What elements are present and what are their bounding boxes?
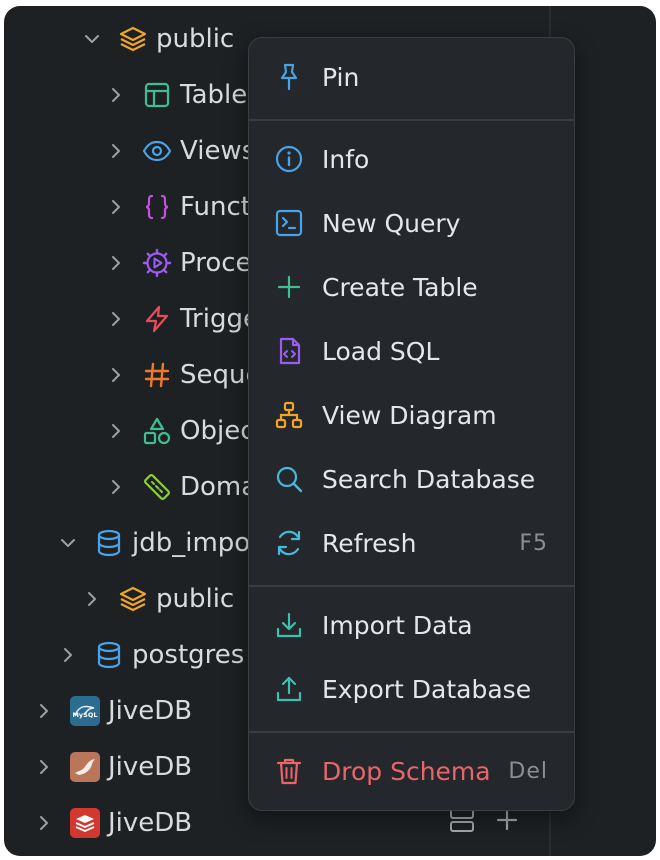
lightning-icon [142,304,172,334]
chevron-right-icon[interactable] [104,307,128,331]
tree-item-triggers[interactable]: Trigge [104,295,259,343]
chevron-right-icon[interactable] [104,475,128,499]
trash-icon [273,755,305,787]
tree-item-database-jdb-import[interactable]: jdb_impo [56,519,250,567]
menu-item-label: Info [322,144,370,174]
menu-item-label: View Diagram [322,400,497,430]
menu-separator [249,119,574,121]
tree-item-label: public [156,24,235,54]
menu-item-load-sql[interactable]: Load SQL [249,322,574,380]
menu-item-label: Pin [322,62,360,92]
menu-item-drop-schema[interactable]: Drop Schema Del [249,742,574,800]
table-icon [142,80,172,110]
menu-item-import-data[interactable]: Import Data [249,596,574,654]
plus-icon [273,271,305,303]
menu-item-view-diagram[interactable]: View Diagram [249,386,574,444]
database-icon [94,528,124,558]
tree-item-label: Views [180,136,256,166]
menu-item-new-query[interactable]: New Query [249,194,574,252]
menu-item-search-database[interactable]: Search Database [249,450,574,508]
eye-icon [142,136,172,166]
chevron-right-icon[interactable] [104,419,128,443]
chevron-right-icon[interactable] [80,587,104,611]
shortcut-label: Del [508,758,548,784]
tree-item-label: public [156,584,235,614]
menu-item-label: Search Database [322,464,536,494]
schema-layers-icon [118,584,148,614]
menu-item-label: New Query [322,208,461,238]
menu-separator [249,731,574,733]
export-icon [273,673,305,705]
tree-item-label: Table [180,80,248,110]
info-icon [273,143,305,175]
chevron-right-icon[interactable] [104,363,128,387]
chevron-right-icon[interactable] [32,811,56,835]
tree-item-label: postgres [132,640,245,670]
pin-icon [273,61,305,93]
chevron-right-icon[interactable] [104,195,128,219]
tree-item-functions[interactable]: Funct [104,183,251,231]
chevron-right-icon[interactable] [104,139,128,163]
tree-item-public-schema-2[interactable]: public [80,575,234,623]
tree-item-label: JiveDB [108,696,193,726]
chevron-down-icon[interactable] [56,531,80,555]
tree-item-public-schema[interactable]: public [80,15,234,63]
tree-item-label: JiveDB [108,752,193,782]
menu-item-create-table[interactable]: Create Table [249,258,574,316]
tree-item-domains[interactable]: Doma [104,463,257,511]
tree-item-procedures[interactable]: Proce [104,239,252,287]
tree-item-database-postgres[interactable]: postgres [56,631,244,679]
gear-play-icon [142,248,172,278]
mysql-logo-icon: MySQL [70,696,100,726]
tree-item-connection-mariadb[interactable]: JiveDB [32,743,192,791]
tree-item-label: jdb_impo [132,528,251,558]
database-icon [94,640,124,670]
chevron-right-icon[interactable] [104,83,128,107]
search-icon [273,463,305,495]
menu-item-export-database[interactable]: Export Database [249,660,574,718]
schema-context-menu: Pin Info New Query Create Table Load SQL… [248,37,575,811]
menu-item-refresh[interactable]: Refresh F5 [249,514,574,572]
tree-item-label: Proce [180,248,252,278]
shortcut-label: F5 [519,530,548,556]
tree-item-sequences[interactable]: Seque [104,351,261,399]
menu-item-label: Export Database [322,674,532,704]
import-icon [273,609,305,641]
menu-item-label: Import Data [322,610,473,640]
ruler-icon [142,472,172,502]
tree-item-label: Funct [180,192,251,222]
terminal-icon [273,207,305,239]
tree-item-label: JiveDB [108,808,193,838]
menu-separator [249,585,574,587]
tree-item-connection-mysql[interactable]: MySQL JiveDB [32,687,192,735]
chevron-right-icon[interactable] [32,755,56,779]
chevron-right-icon[interactable] [32,699,56,723]
menu-item-label: Drop Schema [322,756,491,786]
tree-item-views[interactable]: Views [104,127,255,175]
tree-item-tables[interactable]: Table [104,71,247,119]
menu-item-pin[interactable]: Pin [249,48,574,106]
tree-item-connection-redis[interactable]: JiveDB [32,799,192,847]
menu-item-label: Load SQL [322,336,440,366]
diagram-icon [273,399,305,431]
svg-text:MySQL: MySQL [72,711,97,719]
redis-logo-icon [70,808,100,838]
braces-icon [142,192,172,222]
file-code-icon [273,335,305,367]
refresh-icon [273,527,305,559]
schema-layers-icon [118,24,148,54]
menu-item-info[interactable]: Info [249,130,574,188]
hash-icon [142,360,172,390]
chevron-right-icon[interactable] [56,643,80,667]
shapes-icon [142,416,172,446]
tree-item-label: Objec [180,416,255,446]
mariadb-logo-icon [70,752,100,782]
menu-item-label: Create Table [322,272,478,302]
chevron-right-icon[interactable] [104,251,128,275]
chevron-down-icon[interactable] [80,27,104,51]
add-connection-button[interactable] [494,807,520,837]
tree-item-label: Doma [180,472,258,502]
menu-item-label: Refresh [322,528,417,558]
tree-item-objects[interactable]: Objec [104,407,254,455]
